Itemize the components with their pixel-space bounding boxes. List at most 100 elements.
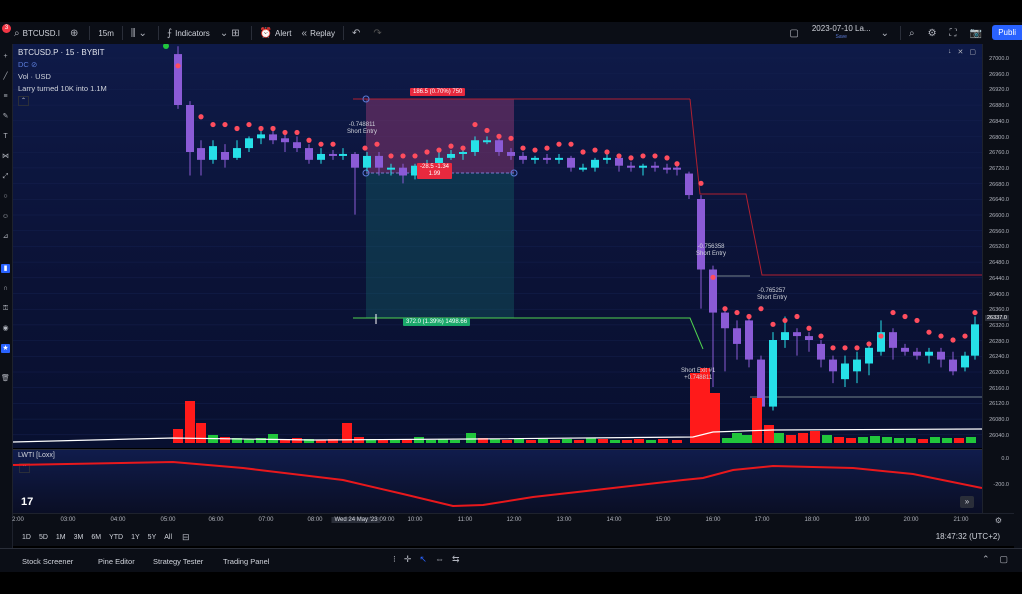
collapse-legend-icon[interactable]: ⌃ [18,96,29,106]
candle-body [567,157,575,168]
maximize-panel-icon[interactable]: ▢ [999,554,1008,565]
stop-loss-tag[interactable]: 186.5 (0.70%) 750 [410,88,466,96]
time-axis[interactable]: 2:00 03:00 04:00 05:00 06:00 07:00 08:00 Wed 24… [12,513,1014,528]
ruler-icon[interactable]: ⊿ [1,232,10,241]
signal-dot [362,145,368,151]
interval-button[interactable]: 15m [93,22,119,44]
lock-icon[interactable]: ⚿ [1,304,10,313]
candle-body [651,165,659,168]
price-label: 26760.0 [989,150,1009,157]
add-symbol-button[interactable]: ⊕ [65,22,86,44]
layout-button[interactable]: ▢ [784,22,806,44]
price-label: 26680.0 [989,181,1009,188]
tab-pine-editor[interactable]: Pine Editor [98,557,135,566]
signal-dot [890,309,896,316]
range-5y[interactable]: 5Y [144,534,161,541]
measure-icon[interactable]: ▮ [1,264,10,273]
crosshair-tool-icon[interactable]: ✛ [404,554,412,565]
trendline-icon[interactable]: ╱ [1,72,10,81]
drag-handle-icon[interactable]: ⁝ [393,554,396,565]
maximize-icon[interactable]: ▢ [969,48,976,56]
signal-dot [818,333,824,339]
forecast-icon[interactable]: ⤢ [1,172,10,181]
indicator-pane[interactable]: LWTI [Loxx] ⌃ 17 » [13,449,982,514]
favorites-icon[interactable]: ★ [1,344,10,353]
candle-body [949,359,957,372]
main-chart-pane[interactable]: BTCUSD.P · 15 · BYBIT DC ⊘ Vol · USD Lar… [13,44,982,448]
snapshot-button[interactable]: 📷 [965,22,990,44]
chart-type-button[interactable]: ⫼ ⌄ [126,22,155,44]
range-all[interactable]: All [160,534,176,541]
candle-body [186,105,194,152]
price-scale[interactable]: 27000.0 26960.0 26920.0 26880.0 26840.0 26800… [982,44,1015,513]
range-1d[interactable]: 1D [18,534,35,541]
collapse-panel-icon[interactable]: ⌃ [982,554,990,565]
scale-tool-icon[interactable]: ⇆ [452,554,460,565]
signal-dot [806,325,812,331]
indicator-level-200: -200.0 [993,482,1009,488]
range-5d[interactable]: 5D [35,534,52,541]
time-label: 08:00 [307,517,323,523]
templates-button[interactable]: ⌄ ⊞ [215,22,248,44]
tab-stock-screener[interactable]: Stock Screener [22,557,73,566]
text-icon[interactable]: T [1,132,10,141]
signal-dot [866,341,872,347]
pnl-tag[interactable]: -28.5 -1.34 1.99 [417,163,453,179]
arrow-down-icon[interactable]: ↓ [948,48,952,56]
range-6m[interactable]: 6M [87,534,105,541]
eye-off-icon[interactable]: ⊘ [31,60,37,69]
clock[interactable]: 18:47:32 (UTC+2) [936,532,1000,541]
close-icon[interactable]: ✕ [958,48,964,56]
range-ytd[interactable]: YTD [105,534,127,541]
notification-badge[interactable]: 3 [2,24,11,33]
brush-icon[interactable]: ✎ [1,112,10,121]
volume-bar [538,439,548,443]
tab-strategy-tester[interactable]: Strategy Tester [153,557,203,566]
scroll-right-button[interactable]: » [960,496,974,508]
signal-dot [400,153,406,159]
settings-button[interactable]: ⚙ [923,22,945,44]
signal-dot [664,155,670,161]
emoji-icon[interactable]: ☺ [1,212,10,221]
eye-icon[interactable]: ◉ [1,324,10,333]
layout-grid-icon: ⊞ [231,27,240,39]
date-range-icon[interactable]: ⊟ [182,532,190,543]
bottom-panel: Stock Screener Pine Editor Strategy Test… [0,548,1022,573]
volume-bar [292,438,302,443]
publish-button[interactable]: Publi [992,25,1022,40]
layout-menu[interactable]: ⌄ [876,22,897,44]
range-3m[interactable]: 3M [70,534,88,541]
take-profit-tag[interactable]: 372.0 (1.39%) 1498.66 [403,318,471,326]
trash-icon[interactable]: 🗑 [1,374,10,383]
quick-search-button[interactable]: ⌕ [904,22,923,44]
undo-button[interactable]: ↶ [347,22,368,44]
pattern-icon[interactable]: ⋈ [1,152,10,161]
candle-body [174,54,182,105]
ruler-tool-icon[interactable]: ⇔ [435,554,444,565]
replay-icon: « [301,27,308,39]
candle-body [603,157,611,160]
crosshair-icon[interactable]: + [1,52,10,61]
legend-dc: DC [18,60,29,69]
chart-canvas[interactable] [13,44,982,448]
magnet-icon[interactable]: ∩ [1,284,10,293]
range-1y[interactable]: 1Y [127,534,144,541]
volume-bar [610,440,620,443]
indicators-button[interactable]: ⨍ Indicators [162,22,215,44]
signal-dot [318,141,324,147]
fib-icon[interactable]: ≡ [1,92,10,101]
range-1m[interactable]: 1M [52,534,70,541]
fullscreen-button[interactable]: ⛶ [945,22,965,44]
candle-body [507,152,515,156]
redo-button[interactable]: ↷ [368,22,389,44]
volume-bar [634,439,644,443]
alert-button[interactable]: ⏰ Alert [255,22,297,44]
short-entry-2: -0.756358 Short Entry [696,244,727,257]
layout-name[interactable]: 2023-07-10 La... Save [807,22,876,44]
axis-settings-icon[interactable]: ⚙ [995,516,1002,525]
cursor-icon[interactable]: ↖ [419,554,427,565]
signal-dot [758,306,764,312]
tab-trading-panel[interactable]: Trading Panel [223,557,269,566]
shapes-icon[interactable]: ○ [1,192,10,201]
replay-button[interactable]: «Replay [297,22,340,44]
